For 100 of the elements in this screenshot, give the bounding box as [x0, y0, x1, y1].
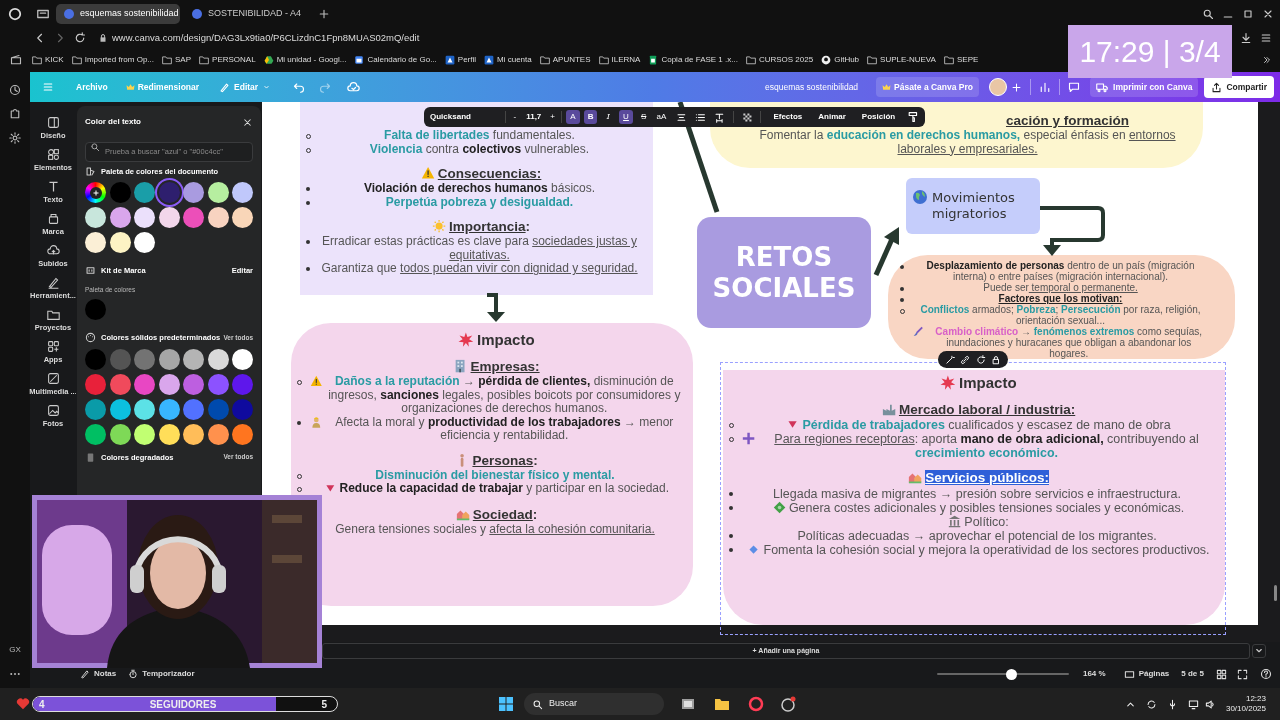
format-button[interactable]: U: [619, 110, 633, 124]
search-icon[interactable]: [1202, 8, 1214, 20]
folder-icon[interactable]: [714, 696, 730, 712]
color-swatch[interactable]: [158, 373, 180, 395]
color-swatch[interactable]: [207, 207, 229, 229]
color-swatch[interactable]: [183, 207, 205, 229]
bookmark[interactable]: Calendario de Go...: [367, 54, 437, 66]
browser-tab[interactable]: SOSTENIBILIDAD - A4: [184, 4, 308, 24]
taskbar-search[interactable]: Buscar: [524, 693, 664, 715]
bookmark[interactable]: SEPE: [956, 54, 979, 66]
grid-view-icon[interactable]: [1216, 668, 1227, 680]
color-swatch[interactable]: [207, 373, 229, 395]
bookmark[interactable]: GitHub: [834, 54, 860, 66]
bookmark[interactable]: Imported from Op...: [84, 54, 155, 66]
color-swatch[interactable]: [109, 398, 131, 420]
color-swatch[interactable]: [85, 348, 106, 370]
font-size-field[interactable]: 11,7: [526, 111, 542, 123]
increase-size-button[interactable]: +: [550, 111, 555, 123]
settings-icon[interactable]: [9, 132, 21, 144]
slider-thumb[interactable]: [1005, 668, 1017, 680]
game-app-icon[interactable]: [780, 696, 796, 712]
color-swatch[interactable]: [109, 207, 131, 229]
color-swatch[interactable]: [134, 232, 156, 254]
history-icon[interactable]: [9, 84, 21, 96]
bookmark[interactable]: Perfil: [457, 54, 477, 66]
document-title[interactable]: esquemas sostenibilidad: [765, 80, 859, 94]
address-field[interactable]: www.canva.com/design/DAG3Lx9tia0/P6CLizdnC1Fpn8MUAS02mQ/edit: [112, 30, 420, 46]
close-icon[interactable]: [1262, 8, 1274, 20]
bookmark[interactable]: SUPLE-NUEVA: [880, 54, 936, 66]
color-swatch[interactable]: [134, 373, 156, 395]
color-swatch[interactable]: [232, 348, 254, 370]
print-button[interactable]: Imprimir con Canva: [1090, 77, 1199, 97]
pages-button[interactable]: Páginas: [1138, 668, 1170, 680]
magic-edit-icon[interactable]: [944, 354, 955, 365]
color-swatch[interactable]: [158, 423, 180, 445]
cloud-check-icon[interactable]: [347, 80, 361, 94]
volume-icon[interactable]: [1204, 698, 1216, 710]
color-swatch[interactable]: [85, 232, 106, 254]
zoom-slider[interactable]: [936, 668, 1069, 680]
upgrade-button[interactable]: Pásate a Canva Pro: [876, 77, 979, 97]
zoom-value[interactable]: 164 %: [1082, 668, 1106, 680]
color-swatch[interactable]: [134, 348, 156, 370]
format-button[interactable]: B: [583, 110, 598, 124]
reload-icon[interactable]: [74, 32, 86, 44]
undo-icon[interactable]: [293, 81, 306, 93]
add-color-button[interactable]: [85, 182, 106, 204]
color-swatch[interactable]: [109, 348, 131, 370]
font-dropdown[interactable]: Quicksand: [430, 111, 505, 123]
format-button[interactable]: S: [636, 110, 651, 124]
sidebar-wallet-icon[interactable]: [10, 54, 22, 66]
color-swatch[interactable]: [85, 207, 106, 229]
toolbar-button[interactable]: Posición: [861, 111, 896, 123]
menu-icon[interactable]: [1260, 32, 1272, 44]
bookmark[interactable]: APUNTES: [552, 54, 591, 66]
color-swatch[interactable]: [109, 423, 131, 445]
fullscreen-icon[interactable]: [1237, 668, 1248, 680]
color-swatch[interactable]: [134, 182, 156, 204]
transparency-icon[interactable]: [741, 111, 753, 123]
link-icon[interactable]: [960, 354, 971, 365]
color-swatch[interactable]: [85, 299, 106, 321]
line-spacing-icon[interactable]: [713, 111, 725, 123]
comment-icon[interactable]: [1068, 81, 1080, 93]
color-swatch[interactable]: [232, 207, 254, 229]
color-swatch[interactable]: [85, 373, 106, 395]
color-swatch[interactable]: [183, 423, 205, 445]
color-swatch[interactable]: [183, 182, 205, 204]
color-swatch[interactable]: [158, 207, 180, 229]
bookmark[interactable]: KICK: [45, 54, 64, 66]
bookmark[interactable]: CURSOS 2025: [758, 54, 814, 66]
browser-tab[interactable]: esquemas sostenibilidad: [56, 4, 180, 24]
browser-app-icon[interactable]: [748, 696, 764, 712]
new-tab-icon[interactable]: [318, 8, 330, 20]
color-swatch[interactable]: [85, 398, 106, 420]
list-icon[interactable]: [695, 111, 706, 123]
toolbar-button[interactable]: Animar: [818, 111, 846, 123]
timer-button[interactable]: Temporizador: [142, 668, 195, 680]
maximize-icon[interactable]: [1242, 8, 1254, 20]
color-swatch[interactable]: [183, 398, 205, 420]
color-swatch[interactable]: [207, 182, 229, 204]
task-view-icon[interactable]: [680, 696, 696, 712]
help-icon[interactable]: [1260, 668, 1272, 680]
color-swatch[interactable]: [134, 398, 156, 420]
color-swatch[interactable]: [232, 182, 254, 204]
color-swatch[interactable]: [134, 423, 156, 445]
download-icon[interactable]: [1240, 32, 1252, 44]
color-swatch[interactable]: [134, 207, 156, 229]
color-swatch[interactable]: [207, 423, 229, 445]
bookmark[interactable]: ILERNA: [611, 54, 641, 66]
color-swatch[interactable]: [183, 348, 205, 370]
add-icon[interactable]: [1011, 81, 1022, 93]
color-swatch[interactable]: [207, 398, 229, 420]
bookmark[interactable]: SAP: [175, 54, 192, 66]
color-swatch[interactable]: [158, 348, 180, 370]
share-button[interactable]: Compartir: [1204, 76, 1274, 98]
color-swatch[interactable]: [109, 182, 131, 204]
bookmark[interactable]: Copia de FASE 1 .x...: [661, 54, 738, 66]
rotate-icon[interactable]: [975, 354, 986, 365]
notes-button[interactable]: Notas: [94, 668, 117, 680]
browser-logo-icon[interactable]: [8, 7, 22, 21]
color-swatch[interactable]: [158, 398, 180, 420]
